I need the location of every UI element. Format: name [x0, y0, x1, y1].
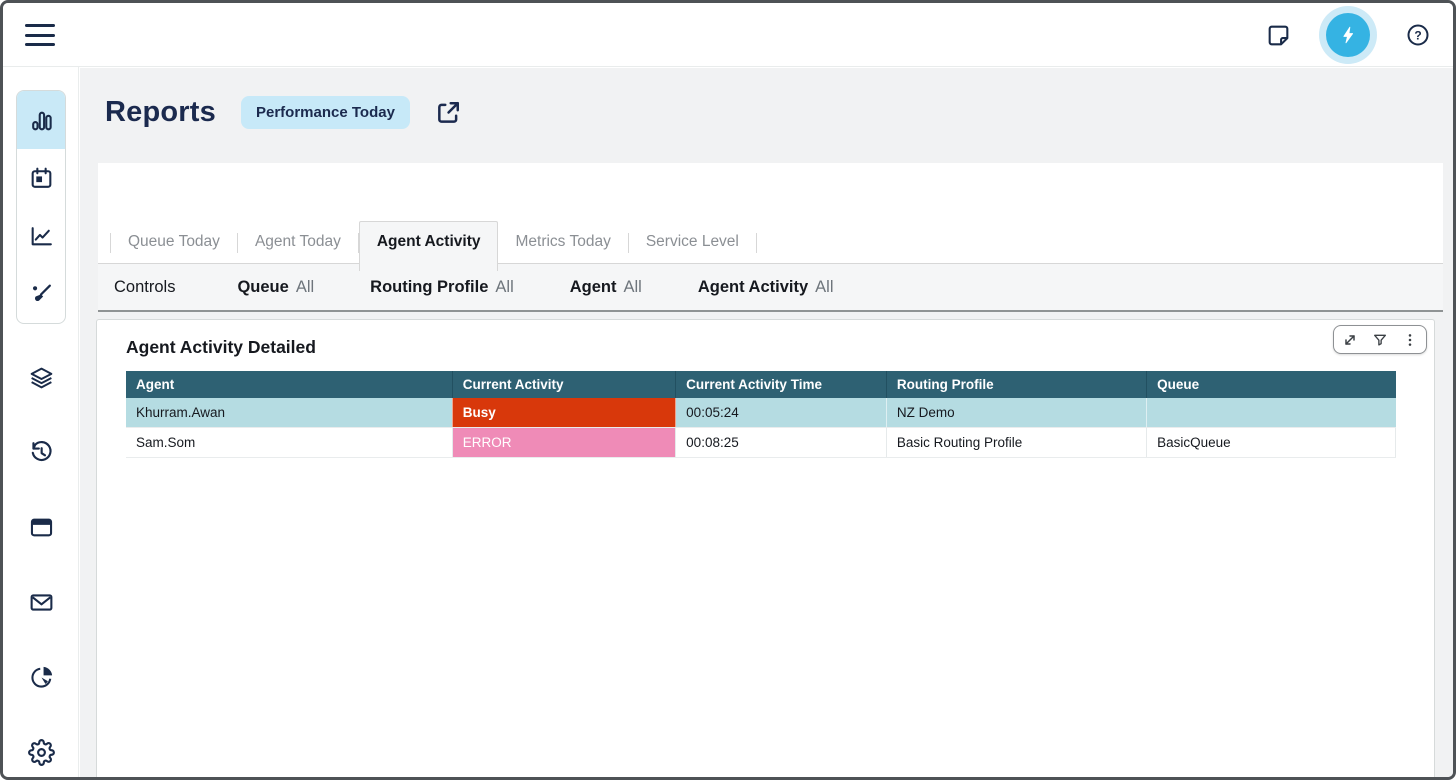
- bolt-icon[interactable]: [1326, 13, 1370, 57]
- table-row: Sam.Som ERROR 00:08:25 Basic Routing Pro…: [126, 428, 1396, 458]
- menu-icon[interactable]: [25, 24, 55, 46]
- tab-queue-today[interactable]: Queue Today: [111, 222, 237, 263]
- layers-icon[interactable]: [3, 363, 79, 393]
- mail-icon[interactable]: [3, 587, 79, 617]
- bolt-button-halo: [1319, 6, 1377, 64]
- svg-text:?: ?: [1414, 29, 1421, 43]
- window-icon[interactable]: [3, 512, 79, 542]
- cell-queue: [1147, 398, 1396, 428]
- tab-service-level[interactable]: Service Level: [629, 222, 756, 263]
- table-row: Khurram.Awan Busy 00:05:24 NZ Demo: [126, 398, 1396, 428]
- calendar-icon[interactable]: [17, 149, 65, 207]
- history-icon[interactable]: [3, 437, 79, 467]
- cell-current-activity-time: 00:05:24: [676, 398, 887, 428]
- column-header-agent: Agent: [126, 371, 452, 398]
- controls-bar: Controls QueueAll Routing ProfileAll Age…: [98, 264, 1443, 312]
- cell-agent: Khurram.Awan: [126, 398, 452, 428]
- tabs-panel: Queue Today Agent Today Agent Activity M…: [98, 163, 1443, 312]
- cell-queue: BasicQueue: [1147, 428, 1396, 458]
- controls-label[interactable]: Controls: [114, 278, 175, 297]
- filter-routing-profile[interactable]: Routing ProfileAll: [370, 278, 514, 297]
- gear-icon[interactable]: [3, 737, 79, 767]
- filter-agent-activity[interactable]: Agent ActivityAll: [698, 278, 834, 297]
- column-header-routing-profile: Routing Profile: [886, 371, 1146, 398]
- column-header-current-activity: Current Activity: [452, 371, 675, 398]
- sidebar-nav-group: [16, 90, 66, 324]
- filter-queue[interactable]: QueueAll: [237, 278, 314, 297]
- tab-metrics-today[interactable]: Metrics Today: [498, 222, 627, 263]
- filter-icon[interactable]: [1370, 330, 1390, 350]
- app-window: ?: [0, 0, 1456, 780]
- tab-agent-today[interactable]: Agent Today: [238, 222, 358, 263]
- pie-chart-icon[interactable]: [3, 662, 79, 692]
- cell-routing-profile: NZ Demo: [886, 398, 1146, 428]
- column-header-current-activity-time: Current Activity Time: [676, 371, 887, 398]
- sidebar: [3, 67, 79, 777]
- agent-activity-card: Agent Activity Detailed: [96, 319, 1435, 777]
- line-chart-icon[interactable]: [17, 207, 65, 265]
- card-title: Agent Activity Detailed: [126, 337, 316, 358]
- top-bar: ?: [3, 3, 1453, 67]
- main-content: Reports Performance Today Queue Today Ag…: [80, 68, 1453, 777]
- tab-divider: [756, 233, 757, 253]
- tab-agent-activity[interactable]: Agent Activity: [359, 221, 499, 271]
- expand-icon[interactable]: [1340, 330, 1360, 350]
- table-header-row: Agent Current Activity Current Activity …: [126, 371, 1396, 398]
- filter-agent[interactable]: AgentAll: [570, 278, 642, 297]
- page-title: Reports: [105, 96, 216, 129]
- cell-current-activity-time: 00:08:25: [676, 428, 887, 458]
- column-header-queue: Queue: [1147, 371, 1396, 398]
- brush-icon[interactable]: [17, 265, 65, 323]
- report-name-badge: Performance Today: [241, 96, 410, 129]
- cell-agent: Sam.Som: [126, 428, 452, 458]
- bar-chart-icon[interactable]: [17, 91, 65, 149]
- help-icon[interactable]: ?: [1401, 18, 1435, 52]
- cell-current-activity: Busy: [452, 398, 675, 428]
- external-link-icon[interactable]: [435, 100, 461, 126]
- cell-current-activity: ERROR: [452, 428, 675, 458]
- kebab-menu-icon[interactable]: [1400, 330, 1420, 350]
- card-toolbar: [1333, 325, 1427, 354]
- note-icon[interactable]: [1261, 18, 1295, 52]
- tab-bar: Queue Today Agent Today Agent Activity M…: [98, 163, 1443, 264]
- agent-activity-table: Agent Current Activity Current Activity …: [126, 371, 1396, 458]
- cell-routing-profile: Basic Routing Profile: [886, 428, 1146, 458]
